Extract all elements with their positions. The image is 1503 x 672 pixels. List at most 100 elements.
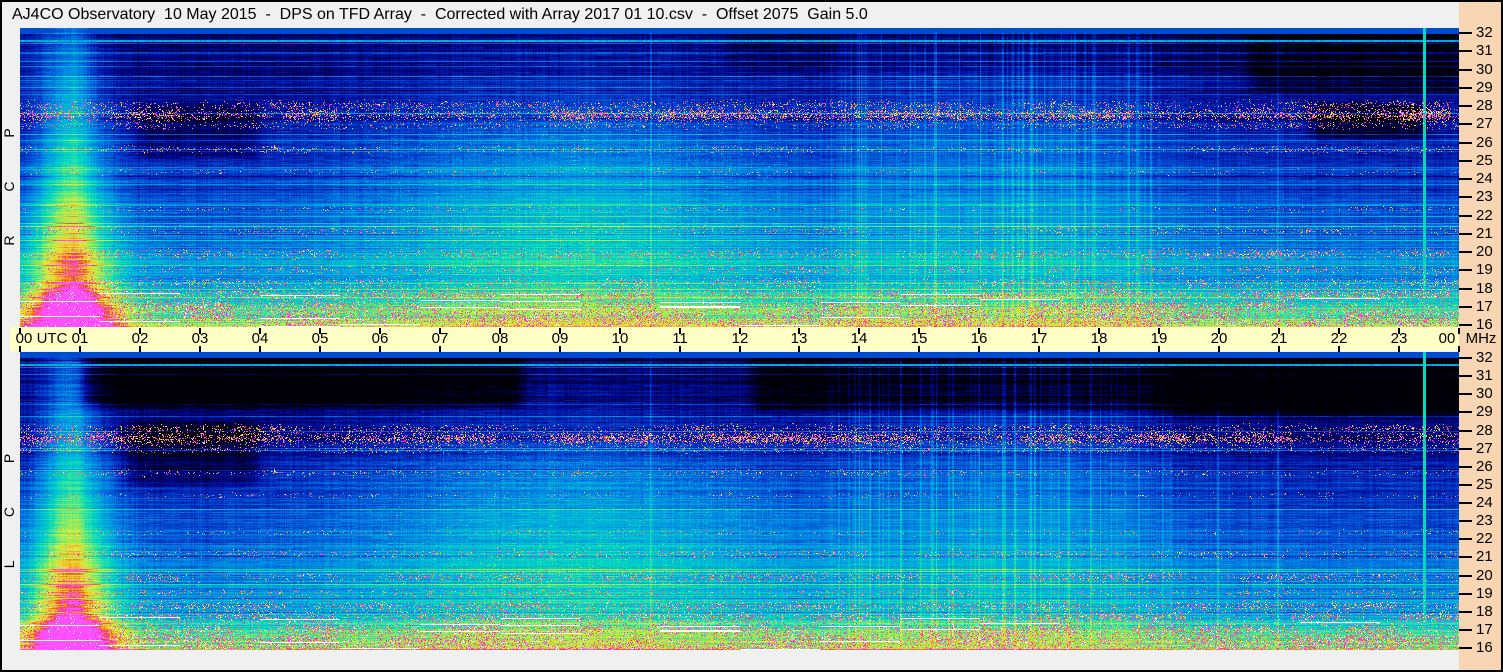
- spectrogram-rcp-panel: [20, 28, 1459, 327]
- hour-label: 06: [371, 330, 389, 347]
- rcp-axis-label: R C P: [1, 108, 17, 246]
- freq-tick: [1459, 556, 1472, 558]
- hour-label: 12: [731, 330, 749, 347]
- page-title: AJ4CO Observatory 10 May 2015 - DPS on T…: [12, 6, 868, 23]
- hour-label: 11: [672, 330, 688, 347]
- freq-tick: [1459, 324, 1472, 326]
- freq-tick: [1459, 520, 1472, 522]
- freq-tick: [1459, 123, 1472, 125]
- freq-label: 24: [1476, 170, 1493, 187]
- app-window: AJ4CO Observatory 10 May 2015 - DPS on T…: [0, 0, 1503, 672]
- freq-tick: [1459, 575, 1472, 577]
- freq-label: 18: [1476, 603, 1493, 620]
- hour-label: 09: [551, 330, 569, 347]
- hour-label: 20: [1210, 330, 1228, 347]
- freq-tick: [1459, 160, 1472, 162]
- freq-label: 16: [1476, 316, 1493, 333]
- freq-tick: [1459, 178, 1472, 180]
- hour-label: 18: [1090, 330, 1108, 347]
- freq-tick: [1459, 32, 1472, 34]
- freq-label: 24: [1476, 494, 1493, 511]
- hour-label: 16: [970, 330, 988, 347]
- hour-label: 00: [1438, 330, 1456, 347]
- freq-label: 17: [1476, 298, 1493, 315]
- freq-label: 27: [1476, 440, 1493, 457]
- freq-tick: [1459, 484, 1472, 486]
- freq-tick: [1459, 629, 1472, 631]
- hour-label: 10: [611, 330, 629, 347]
- freq-label: 21: [1476, 225, 1493, 242]
- freq-label: 17: [1476, 621, 1493, 638]
- freq-tick: [1459, 105, 1472, 107]
- freq-label: 30: [1476, 385, 1493, 402]
- freq-label: 28: [1476, 422, 1493, 439]
- freq-label: 25: [1476, 152, 1493, 169]
- hour-label: 07: [431, 330, 449, 347]
- hour-label: 04: [251, 330, 269, 347]
- freq-tick: [1459, 50, 1472, 52]
- freq-tick: [1459, 538, 1472, 540]
- freq-tick: [1459, 611, 1472, 613]
- freq-tick: [1459, 375, 1472, 377]
- hour-label: 05: [311, 330, 329, 347]
- freq-tick: [1459, 87, 1472, 89]
- freq-label: 26: [1476, 134, 1493, 151]
- freq-tick: [1459, 142, 1472, 144]
- freq-label: 29: [1476, 403, 1493, 420]
- hour-label: 19: [1150, 330, 1168, 347]
- freq-tick: [1459, 288, 1472, 290]
- freq-label: 32: [1476, 349, 1493, 366]
- freq-label: 23: [1476, 512, 1493, 529]
- hour-label: 13: [790, 330, 808, 347]
- freq-label: 18: [1476, 280, 1493, 297]
- freq-tick: [1459, 647, 1472, 649]
- freq-tick: [1459, 502, 1472, 504]
- freq-label: 22: [1476, 207, 1493, 224]
- freq-label: 19: [1476, 585, 1493, 602]
- freq-tick: [1459, 593, 1472, 595]
- freq-label: 28: [1476, 97, 1493, 114]
- freq-tick: [1459, 215, 1472, 217]
- hour-label: 01: [71, 330, 89, 347]
- freq-tick: [1459, 233, 1472, 235]
- lcp-axis-label: L C P: [1, 433, 17, 569]
- freq-label: 31: [1476, 42, 1493, 59]
- freq-tick: [1459, 251, 1472, 253]
- freq-tick: [1459, 269, 1472, 271]
- freq-tick: [1459, 448, 1472, 450]
- freq-tick: [1459, 430, 1472, 432]
- freq-label: 23: [1476, 188, 1493, 205]
- freq-tick: [1459, 393, 1472, 395]
- freq-label: 20: [1476, 567, 1493, 584]
- utc-unit-label: UTC: [36, 330, 68, 347]
- freq-label: 21: [1476, 548, 1493, 565]
- freq-label: 29: [1476, 79, 1493, 96]
- freq-label: 20: [1476, 243, 1493, 260]
- hour-label: 02: [131, 330, 149, 347]
- hour-label: 03: [191, 330, 209, 347]
- freq-label: 26: [1476, 458, 1493, 475]
- hour-label: 22: [1330, 330, 1348, 347]
- freq-tick: [1459, 357, 1472, 359]
- freq-label: 22: [1476, 530, 1493, 547]
- freq-tick: [1459, 69, 1472, 71]
- freq-tick: [1459, 196, 1472, 198]
- freq-label: 32: [1476, 24, 1493, 41]
- hour-label: 21: [1270, 330, 1288, 347]
- spectrogram-lcp-panel: [20, 352, 1459, 650]
- freq-tick: [1459, 306, 1472, 308]
- hour-label: 00: [15, 330, 33, 347]
- hour-label: 14: [850, 330, 868, 347]
- freq-label: 19: [1476, 261, 1493, 278]
- hour-label: 08: [491, 330, 509, 347]
- hour-label: 15: [910, 330, 928, 347]
- freq-tick: [1459, 466, 1472, 468]
- freq-label: 30: [1476, 61, 1493, 78]
- freq-label: 27: [1476, 115, 1493, 132]
- freq-label: 16: [1476, 639, 1493, 656]
- freq-label: 25: [1476, 476, 1493, 493]
- freq-label: 31: [1476, 367, 1493, 384]
- hour-label: 17: [1030, 330, 1048, 347]
- hour-label: 23: [1390, 330, 1408, 347]
- freq-tick: [1459, 411, 1472, 413]
